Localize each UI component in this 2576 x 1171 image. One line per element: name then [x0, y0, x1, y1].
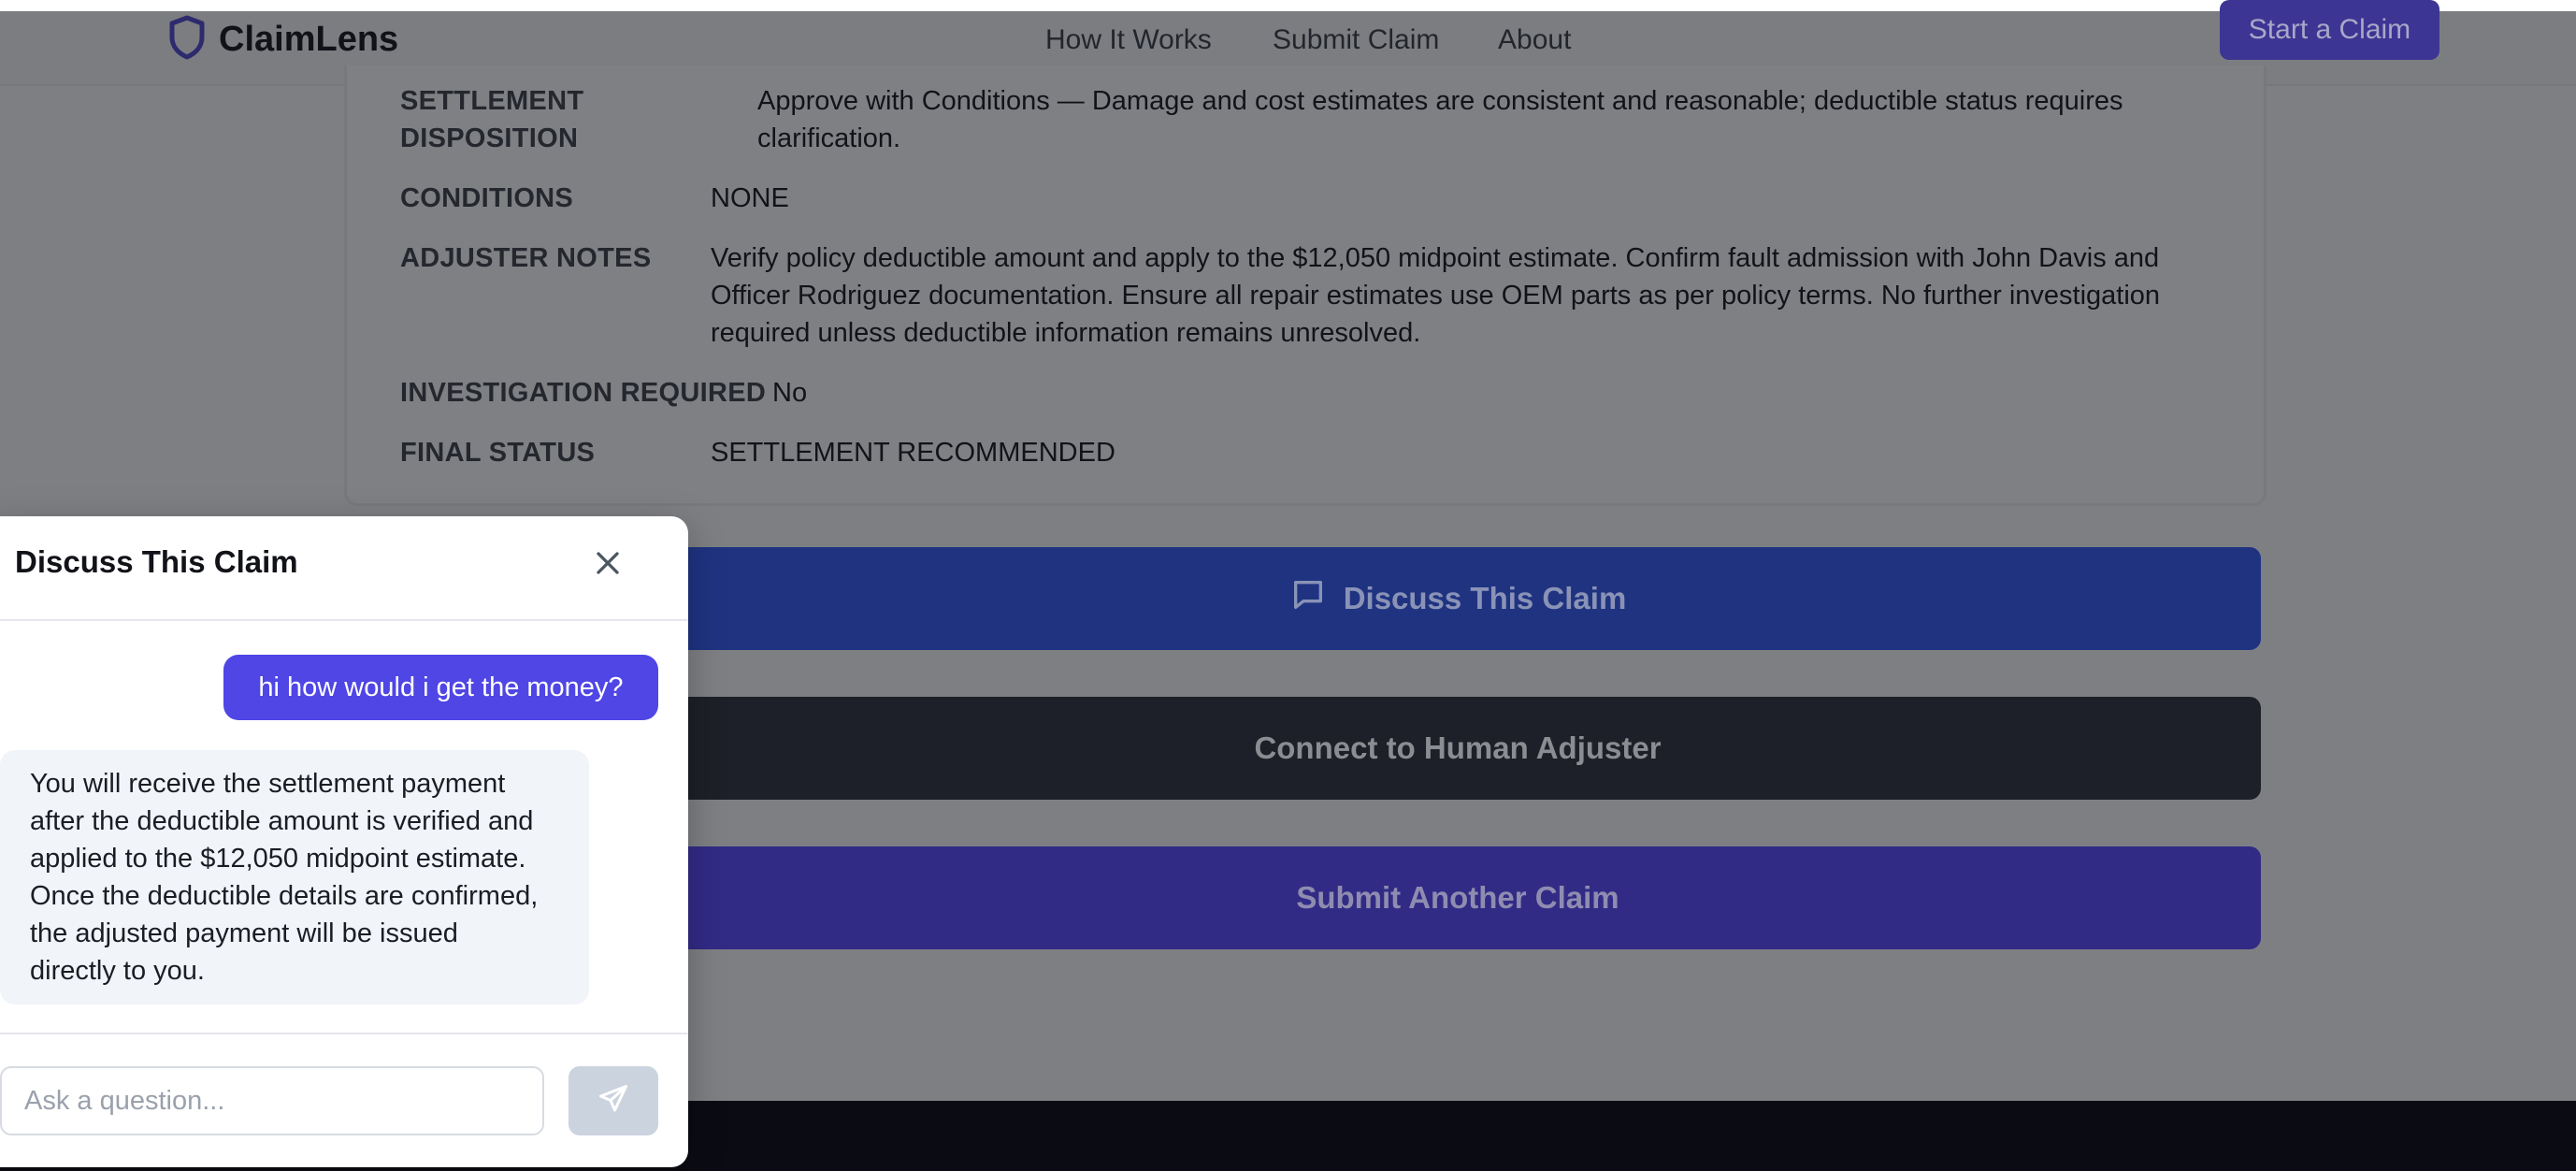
assistant-message-line: the adjusted payment will be issued — [30, 918, 458, 948]
adjuster-notes-line2: Officer Rodriguez documentation. Ensure … — [711, 281, 2161, 311]
claim-summary-card: SETTLEMENT DISPOSITION Approve with Cond… — [344, 65, 2267, 506]
final-status-value: SETTLEMENT RECOMMENDED — [711, 438, 1115, 468]
nav-about[interactable]: About — [1498, 24, 1571, 56]
chat-question-input[interactable] — [0, 1066, 544, 1135]
settlement-label-line1: SETTLEMENT — [400, 86, 584, 116]
send-icon — [597, 1082, 630, 1120]
settlement-label-line2: DISPOSITION — [400, 123, 579, 153]
adjuster-notes-label: ADJUSTER NOTES — [400, 243, 652, 273]
chat-header-divider — [0, 619, 688, 621]
adjuster-notes-line1: Verify policy deductible amount and appl… — [711, 243, 2160, 273]
settlement-value-line1: Approve with Conditions — Damage and cos… — [757, 86, 2123, 116]
start-claim-button[interactable]: Start a Claim — [2220, 0, 2439, 60]
user-message: hi how would i get the money? — [223, 655, 658, 720]
brand-name: ClaimLens — [219, 20, 399, 59]
assistant-message: You will receive the settlement payment … — [0, 750, 589, 1005]
shield-icon — [168, 15, 206, 65]
chat-input-divider — [0, 1033, 688, 1034]
final-status-label: FINAL STATUS — [400, 438, 596, 468]
investigation-label: INVESTIGATION REQUIRED — [400, 378, 767, 408]
investigation-value: No — [772, 378, 808, 408]
connect-human-adjuster-button[interactable]: Connect to Human Adjuster — [655, 697, 2261, 800]
chat-title: Discuss This Claim — [15, 544, 298, 579]
submit-another-claim-button[interactable]: Submit Another Claim — [655, 846, 2261, 949]
adjuster-notes-line3: required unless deductible information r… — [711, 318, 1421, 348]
chat-bubble-icon — [1289, 576, 1327, 621]
assistant-message-line: applied to the $12,050 midpoint estimate… — [30, 844, 526, 874]
chat-panel: Discuss This Claim hi how would i get th… — [0, 516, 688, 1167]
assistant-message-line: Once the deductible details are confirme… — [30, 881, 539, 911]
send-button[interactable] — [568, 1066, 658, 1135]
top-strip — [0, 0, 2576, 11]
nav-submit-claim[interactable]: Submit Claim — [1273, 24, 1439, 56]
brand-logo[interactable]: ClaimLens — [168, 15, 398, 65]
nav-how-it-works[interactable]: How It Works — [1045, 24, 1212, 56]
close-icon[interactable] — [589, 544, 626, 582]
discuss-claim-label: Discuss This Claim — [1343, 581, 1627, 615]
discuss-claim-button[interactable]: Discuss This Claim — [655, 547, 2261, 650]
assistant-message-line: You will receive the settlement payment — [30, 769, 506, 799]
conditions-value: NONE — [711, 183, 789, 213]
assistant-message-line: directly to you. — [30, 956, 205, 986]
conditions-label: CONDITIONS — [400, 183, 574, 213]
assistant-message-line: after the deductible amount is verified … — [30, 806, 534, 836]
settlement-value-line2: clarification. — [757, 123, 901, 153]
